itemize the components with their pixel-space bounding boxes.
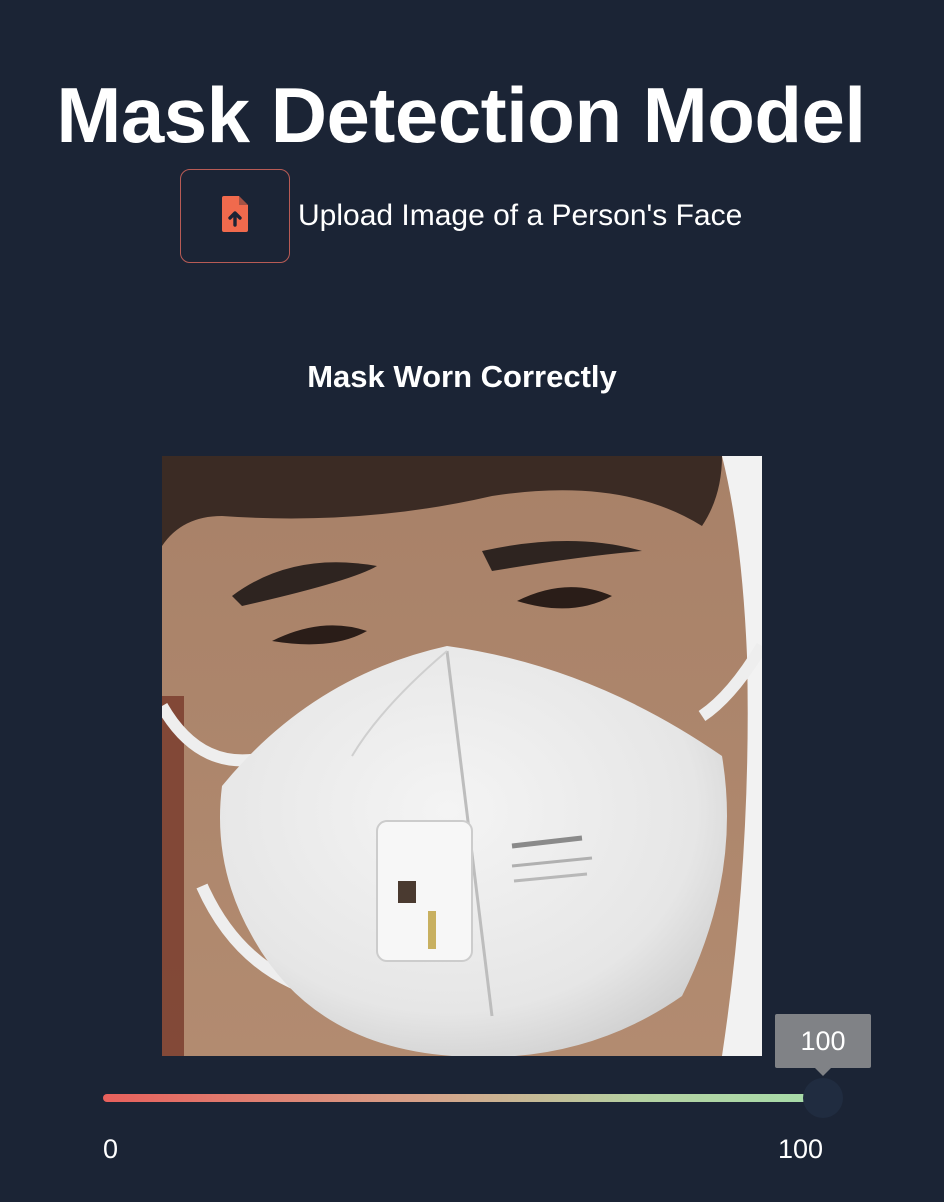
uploaded-face-image <box>162 456 762 1056</box>
upload-label: Upload Image of a Person's Face <box>298 199 743 232</box>
prediction-label: Mask Worn Correctly <box>307 359 617 394</box>
confidence-slider[interactable]: 100 0 100 <box>103 1014 871 1170</box>
app-page: Mask Detection Model Upload Image of a P… <box>0 0 944 1202</box>
slider-max-label: 100 <box>777 1134 823 1164</box>
slider-thumb[interactable] <box>803 1078 843 1118</box>
file-upload-icon <box>218 194 252 239</box>
upload-button[interactable] <box>180 169 290 263</box>
page-title: Mask Detection Model <box>56 71 866 160</box>
slider-min-label: 0 <box>103 1134 119 1164</box>
slider-value-tooltip: 100 <box>775 1014 871 1076</box>
slider-track[interactable] <box>103 1094 823 1102</box>
file-uploader: Upload Image of a Person's Face <box>180 169 742 263</box>
